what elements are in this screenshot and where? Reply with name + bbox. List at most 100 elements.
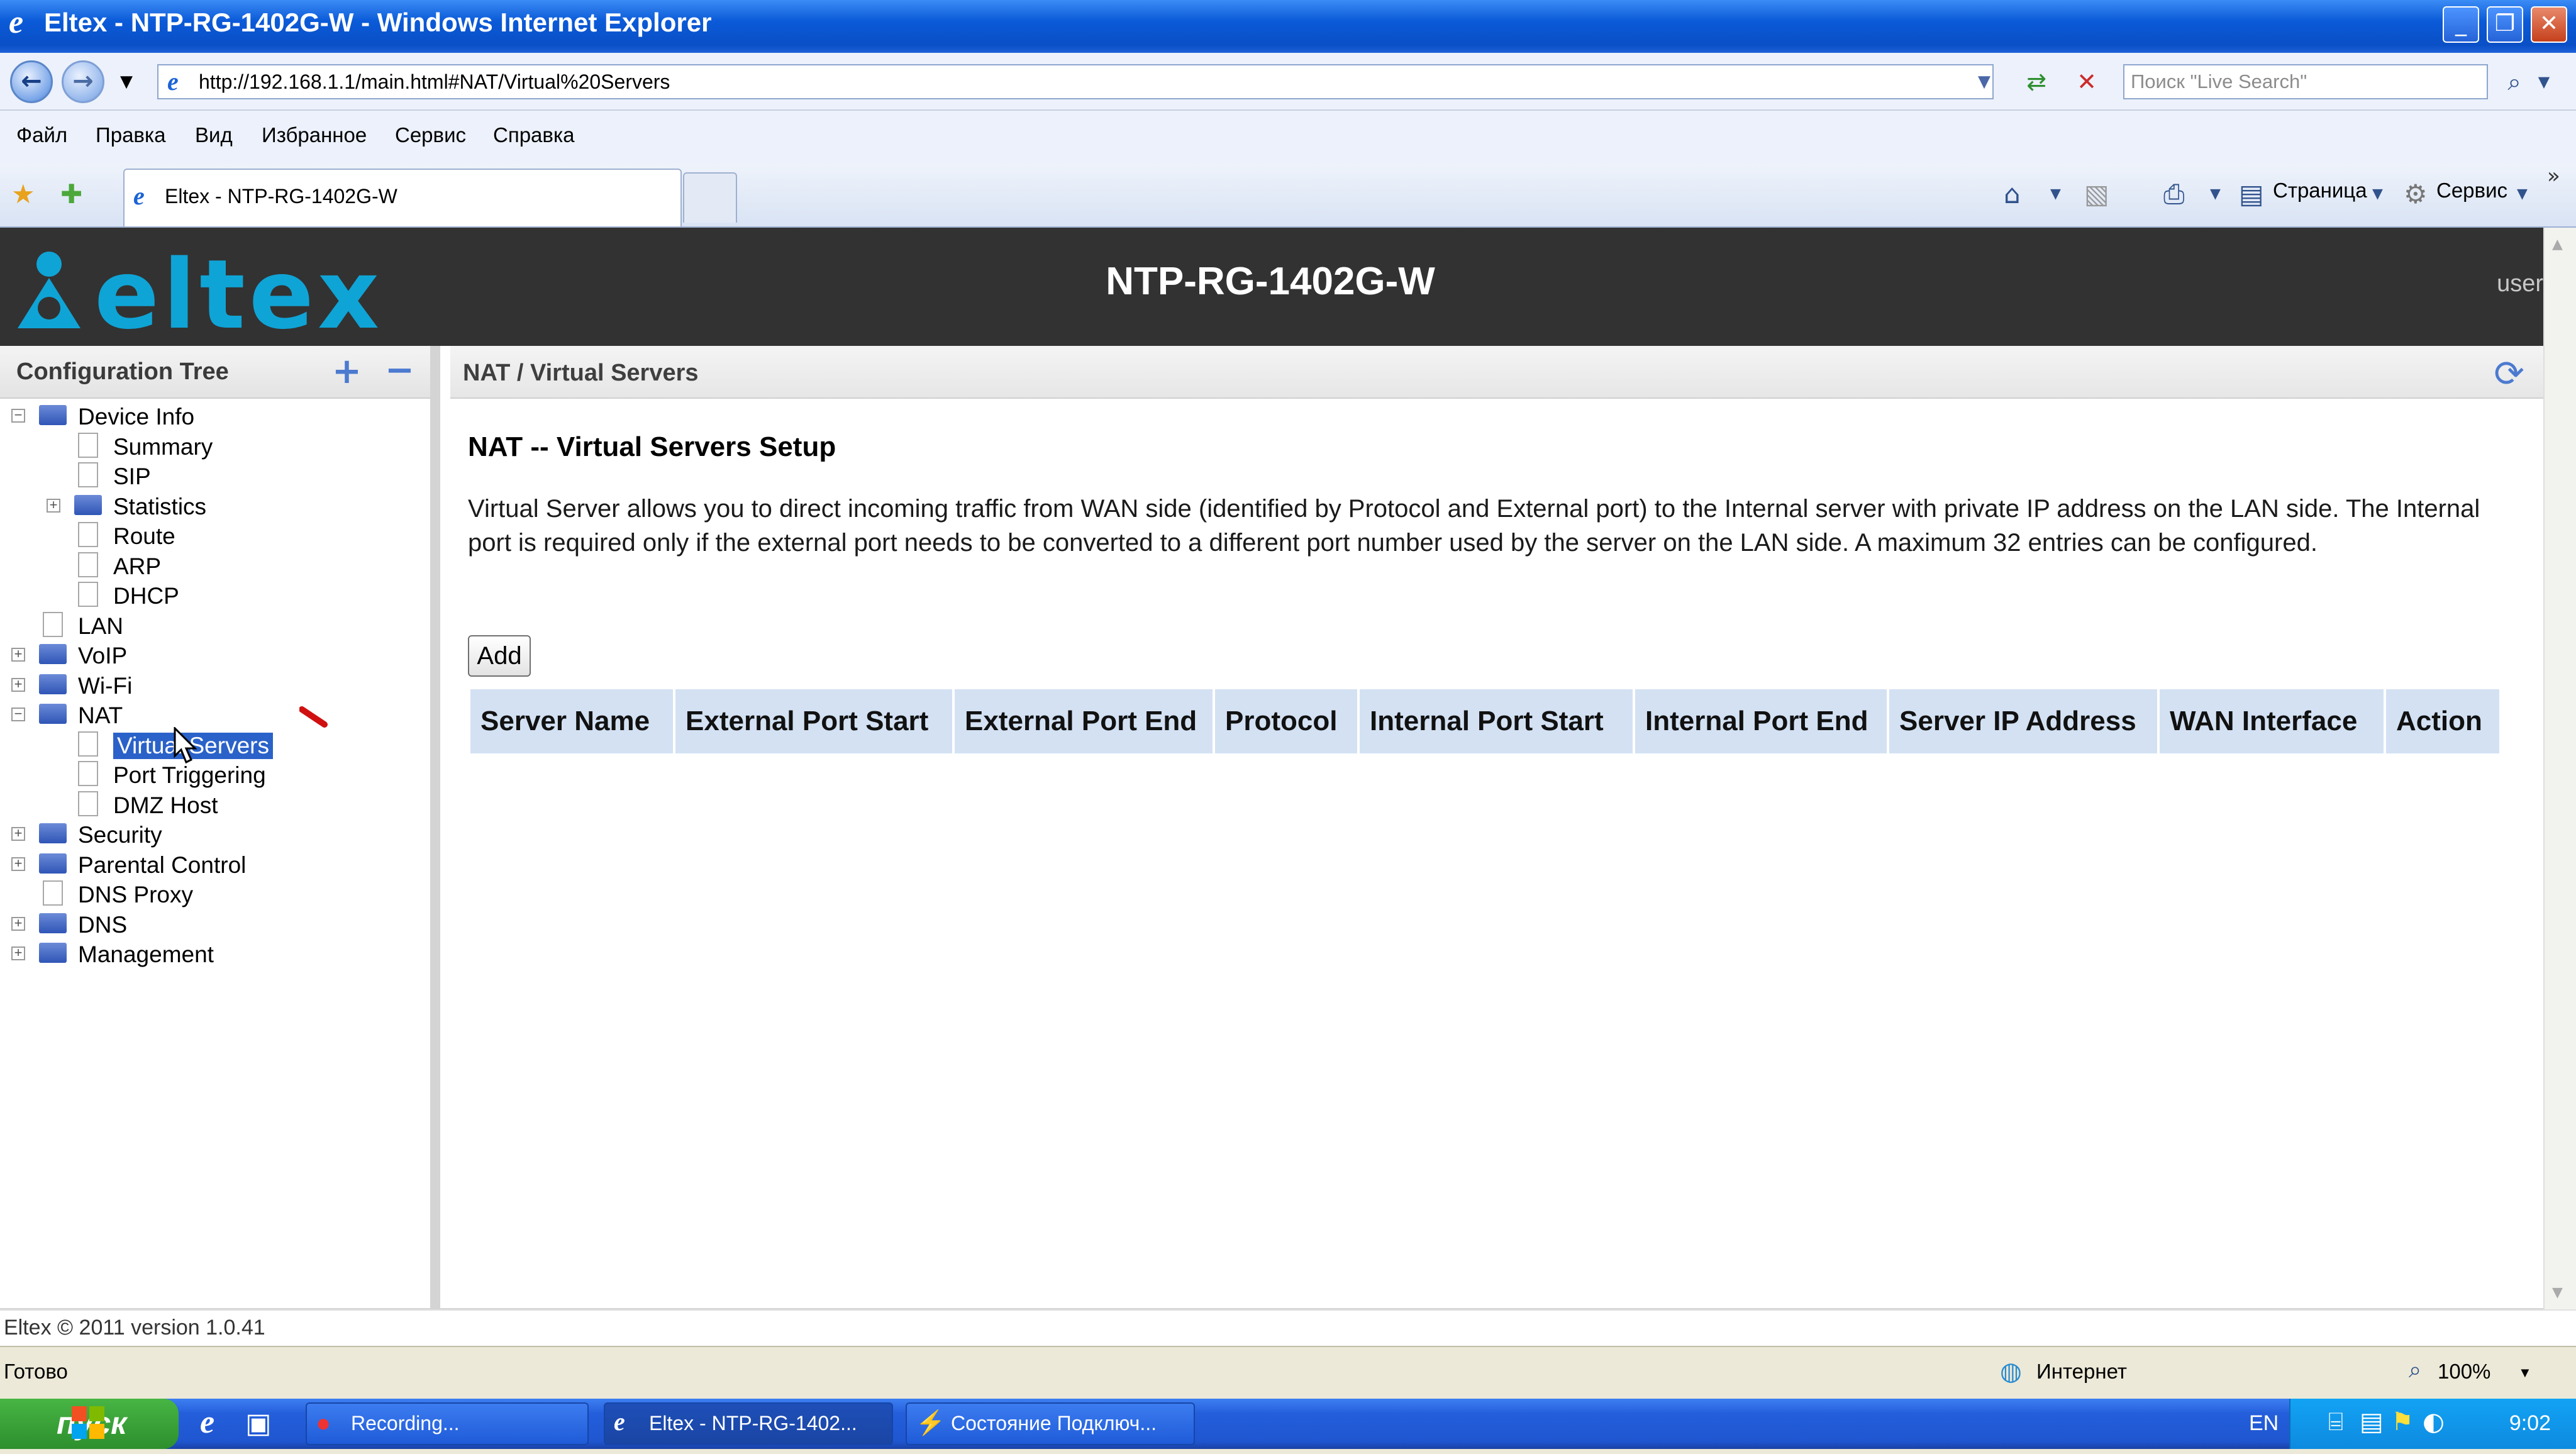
search-options-button[interactable]: ▼ <box>2534 64 2553 99</box>
menu-help[interactable]: Справка <box>493 123 574 147</box>
expand-toggle-icon[interactable]: + <box>11 856 25 871</box>
print-icon[interactable]: ⎙ <box>2163 179 2185 210</box>
search-input[interactable]: Поиск "Live Search" <box>2123 64 2488 99</box>
tree-item[interactable]: LAN <box>0 611 430 641</box>
tree-item[interactable]: DNS Proxy <box>0 879 430 909</box>
back-button[interactable]: ← <box>10 60 53 103</box>
forward-button[interactable]: → <box>62 60 104 103</box>
tree-item[interactable]: + Parental Control <box>0 850 430 880</box>
address-text: http://192.168.1.1/main.html#NAT/Virtual… <box>199 70 670 93</box>
restore-button[interactable]: ❐ <box>2487 6 2523 43</box>
menu-edit[interactable]: Правка <box>96 123 165 147</box>
history-dropdown-button[interactable]: ▼ <box>117 64 136 99</box>
add-button[interactable]: Add <box>468 635 531 677</box>
refresh-page-icon[interactable]: ⟳ <box>2494 352 2524 395</box>
tree-item[interactable]: Virtual Servers <box>0 730 430 760</box>
start-button[interactable]: пуск <box>0 1399 179 1449</box>
zoom-dropdown-icon[interactable]: ▼ <box>2518 1365 2532 1381</box>
taskbar-item-recording[interactable]: ● Recording... <box>306 1402 589 1445</box>
tree-item[interactable]: Summary <box>0 431 430 462</box>
system-tray: ⌸ ▤ ⚑ ◐ 9:02 <box>2289 1399 2576 1449</box>
expand-toggle-icon[interactable]: + <box>11 677 25 692</box>
address-dropdown-button[interactable]: ▼ <box>1975 64 1994 99</box>
chevron-more-icon[interactable]: » <box>2547 164 2560 189</box>
tree-item-label: DMZ Host <box>113 792 218 818</box>
favorites-star-icon[interactable]: ★ <box>11 179 35 209</box>
tree-item[interactable]: DHCP <box>0 580 430 611</box>
search-button[interactable]: ⌕ <box>2497 64 2532 99</box>
tree-item[interactable]: + Statistics <box>0 491 430 521</box>
menu-tools[interactable]: Сервис <box>395 123 466 147</box>
tree-item-label: Device Info <box>78 404 195 430</box>
tree-item[interactable]: DMZ Host <box>0 790 430 820</box>
tools-menu-button[interactable]: Сервис <box>2436 179 2507 203</box>
taskbar: пуск e ▣ ● Recording... e Eltex - NTP-RG… <box>0 1399 2576 1449</box>
zoom-level[interactable]: 100% <box>2438 1360 2490 1384</box>
tray-network-icon[interactable]: ⌸ <box>2328 1407 2343 1436</box>
page-description: Virtual Server allows you to direct inco… <box>468 495 2480 557</box>
document-icon <box>43 611 63 637</box>
expand-toggle-icon[interactable]: + <box>47 497 60 513</box>
stop-button[interactable]: ✕ <box>2069 64 2104 99</box>
tree-item-label: LAN <box>78 613 123 639</box>
tree-item[interactable]: SIP <box>0 461 430 491</box>
minimize-button[interactable]: _ <box>2443 6 2479 43</box>
tree-item-label: NAT <box>78 702 123 728</box>
address-input[interactable]: e http://192.168.1.1/main.html#NAT/Virtu… <box>157 64 1994 99</box>
add-favorite-icon[interactable]: ✚ <box>60 179 82 209</box>
taskbar-item-label: Recording... <box>351 1412 460 1435</box>
feeds-icon[interactable]: ▧ <box>2084 179 2109 209</box>
taskbar-item-eltex[interactable]: e Eltex - NTP-RG-1402... <box>604 1402 893 1445</box>
tree-item[interactable]: Route <box>0 521 430 551</box>
collapse-toggle-icon[interactable]: − <box>11 707 25 721</box>
menu-favorites[interactable]: Избранное <box>262 123 367 147</box>
tools-dropdown-icon[interactable]: ▼ <box>2517 186 2528 202</box>
tray-volume-icon[interactable]: ◐ <box>2423 1407 2445 1436</box>
tray-monitor-icon[interactable]: ▤ <box>2360 1407 2384 1436</box>
tree-item-label: DNS Proxy <box>78 882 193 907</box>
tray-security-icon[interactable]: ⚑ <box>2391 1407 2414 1436</box>
quicklaunch-ie-icon[interactable]: e <box>200 1404 214 1441</box>
expand-toggle-icon[interactable]: + <box>11 916 25 931</box>
tab-eltex[interactable]: e Eltex - NTP-RG-1402G-W <box>123 169 682 226</box>
tree-item[interactable]: Port Triggering <box>0 760 430 790</box>
refresh-button[interactable]: ⇄ <box>2019 64 2054 99</box>
home-dropdown-icon[interactable]: ▼ <box>2050 186 2061 202</box>
tree-item[interactable]: + Wi-Fi <box>0 670 430 701</box>
close-button[interactable]: ✕ <box>2531 6 2567 43</box>
scroll-down-icon[interactable]: ▼ <box>2552 1285 2563 1301</box>
document-icon <box>43 880 63 906</box>
quicklaunch-desktop-icon[interactable]: ▣ <box>245 1407 272 1440</box>
window-title-bar[interactable]: e Eltex - NTP-RG-1402G-W - Windows Inter… <box>0 0 2576 53</box>
tree-item-label: DHCP <box>113 583 179 609</box>
scroll-up-icon[interactable]: ▲ <box>2552 236 2563 252</box>
expand-toggle-icon[interactable]: + <box>11 826 25 841</box>
tree-item[interactable]: + DNS <box>0 909 430 940</box>
menu-view[interactable]: Вид <box>195 123 233 147</box>
tree-item[interactable]: − NAT <box>0 700 430 730</box>
tree-item[interactable]: − Device Info <box>0 401 430 431</box>
menu-file[interactable]: Файл <box>16 123 67 147</box>
plus-icon[interactable]: + <box>332 351 362 392</box>
tree-item[interactable]: + VoIP <box>0 640 430 670</box>
page-title: NAT -- Virtual Servers Setup <box>468 431 836 462</box>
home-icon[interactable]: ⌂ <box>2004 179 2021 209</box>
page-menu-button[interactable]: Страница <box>2273 179 2367 203</box>
new-tab-button[interactable] <box>683 172 737 223</box>
search-placeholder: Поиск "Live Search" <box>2131 70 2307 92</box>
tree-item[interactable]: + Security <box>0 819 430 850</box>
tree-item-label: Wi-Fi <box>78 672 133 699</box>
status-bar: Готово ◍ Интернет ⌕ 100% ▼ <box>0 1346 2576 1400</box>
print-dropdown-icon[interactable]: ▼ <box>2210 186 2221 202</box>
tree-item[interactable]: + Management <box>0 939 430 969</box>
expand-toggle-icon[interactable]: + <box>11 647 25 662</box>
minus-icon[interactable]: − <box>385 350 414 391</box>
collapse-toggle-icon[interactable]: − <box>11 408 25 423</box>
vertical-scrollbar[interactable]: ▲ ▼ <box>2543 228 2576 1309</box>
tree-item[interactable]: ARP <box>0 551 430 581</box>
taskbar-item-connection-status[interactable]: ⚡ Состояние Подключ... <box>906 1402 1195 1445</box>
folder-icon <box>39 704 67 724</box>
language-indicator[interactable]: EN <box>2249 1411 2279 1436</box>
page-dropdown-icon[interactable]: ▼ <box>2372 186 2383 202</box>
expand-toggle-icon[interactable]: + <box>11 946 25 960</box>
